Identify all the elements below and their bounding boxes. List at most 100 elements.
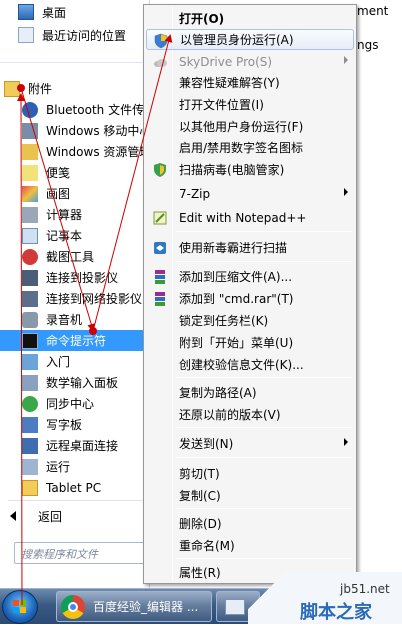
program-label: Windows 资源管理器 bbox=[46, 145, 150, 159]
start-button-orb-icon[interactable] bbox=[2, 590, 38, 624]
command-prompt-icon bbox=[22, 332, 38, 349]
program-label: 同步中心 bbox=[46, 397, 95, 411]
program-item[interactable]: 数学输入面板 bbox=[0, 372, 150, 393]
program-label: 命令提示符 bbox=[46, 334, 107, 348]
chrome-icon bbox=[61, 594, 85, 619]
sticky-notes-icon bbox=[22, 164, 38, 181]
menu-item-duba-scan[interactable]: 使用新毒霸进行扫描 bbox=[146, 237, 354, 258]
menu-item-label: 复制(C) bbox=[179, 489, 221, 503]
menu-item-label: 还原以前的版本(V) bbox=[179, 408, 281, 422]
program-item[interactable]: 记事本 bbox=[0, 225, 150, 246]
program-item[interactable]: 同步中心 bbox=[0, 393, 150, 414]
menu-item-compat-troubleshoot[interactable]: 兼容性疑难解答(Y) bbox=[146, 72, 354, 93]
menu-item-notepadpp[interactable]: Edit with Notepad++ bbox=[146, 207, 354, 228]
program-item[interactable]: 连接到网络投影仪 bbox=[0, 288, 150, 309]
math-input-icon bbox=[22, 374, 38, 391]
search-input[interactable]: 搜索程序和文件 bbox=[14, 542, 148, 564]
start-item-recent-places[interactable]: 最近访问的位置 bbox=[0, 24, 126, 46]
program-item[interactable]: 运行 bbox=[0, 456, 150, 477]
menu-item-label: 剪切(T) bbox=[179, 467, 220, 481]
start-item-desktop[interactable]: 桌面 bbox=[0, 1, 66, 23]
program-item[interactable]: 计算器 bbox=[0, 204, 150, 225]
folder-label: 附件 bbox=[28, 82, 53, 96]
program-item[interactable]: 入门 bbox=[0, 351, 150, 372]
program-label: 便笺 bbox=[46, 166, 71, 180]
program-item[interactable]: 画图 bbox=[0, 183, 150, 204]
program-item[interactable]: 截图工具 bbox=[0, 246, 150, 267]
menu-item-label: 添加到压缩文件(A)... bbox=[179, 270, 293, 284]
program-item[interactable]: Bluetooth 文件传送 bbox=[0, 99, 150, 120]
context-menu: 打开(O) 以管理员身份运行(A) SkyDrive Pro(S) 兼容性疑难解… bbox=[143, 4, 357, 584]
projector-icon bbox=[22, 269, 38, 286]
menu-item-scan-virus[interactable]: 扫描病毒(电脑管家) bbox=[146, 159, 354, 180]
taskbar-button-browser[interactable]: 百度经验_编辑器 ... bbox=[56, 591, 212, 622]
program-item-selected[interactable]: 命令提示符 bbox=[0, 330, 150, 351]
program-item[interactable]: Windows 移动中心 bbox=[0, 120, 150, 141]
folder-icon bbox=[22, 479, 38, 496]
menu-item-label: 打开文件位置(I) bbox=[179, 98, 264, 112]
program-item[interactable]: 连接到投影仪 bbox=[0, 267, 150, 288]
menu-item-create-checksum[interactable]: 创建校验信息文件(K)... bbox=[146, 354, 354, 375]
menu-item-skydrive-pro[interactable]: SkyDrive Pro(S) bbox=[146, 51, 354, 72]
program-item[interactable]: 录音机 bbox=[0, 309, 150, 330]
menu-item-label: 重命名(M) bbox=[179, 539, 235, 553]
menu-separator bbox=[176, 558, 352, 559]
menu-item-open[interactable]: 打开(O) bbox=[146, 8, 354, 29]
menu-item-label: 以管理员身份运行(A) bbox=[180, 33, 294, 47]
menu-item-cut[interactable]: 剪切(T) bbox=[146, 463, 354, 484]
program-item[interactable]: Tablet PC bbox=[0, 477, 150, 498]
program-label: 连接到网络投影仪 bbox=[46, 292, 143, 306]
back-arrow-icon bbox=[10, 511, 16, 521]
menu-item-label: 打开(O) bbox=[179, 12, 225, 26]
menu-item-copy-as-path[interactable]: 复制为路径(A) bbox=[146, 382, 354, 403]
submenu-arrow-icon bbox=[344, 56, 348, 64]
winrar-icon bbox=[152, 269, 168, 285]
calculator-icon bbox=[22, 206, 38, 223]
menu-separator bbox=[176, 231, 352, 232]
background-window-fragment bbox=[355, 0, 402, 590]
menu-item-digital-signature[interactable]: 启用/禁用数字签名图标 bbox=[146, 137, 354, 158]
menu-item-label: 扫描病毒(电脑管家) bbox=[179, 163, 285, 177]
menu-item-run-as-other-user[interactable]: 以其他用户身份运行(F) bbox=[146, 116, 354, 137]
recent-places-icon bbox=[18, 27, 34, 43]
program-label: 写字板 bbox=[46, 418, 83, 432]
menu-item-label: 以其他用户身份运行(F) bbox=[179, 120, 304, 134]
program-label: 截图工具 bbox=[46, 250, 95, 264]
menu-item-pin-taskbar[interactable]: 锁定到任务栏(K) bbox=[146, 310, 354, 331]
menu-item-7zip[interactable]: 7-Zip bbox=[146, 183, 354, 204]
menu-item-restore-versions[interactable]: 还原以前的版本(V) bbox=[146, 404, 354, 425]
start-item-label: 桌面 bbox=[42, 5, 67, 20]
start-menu-programs-pane: 桌面 最近访问的位置 附件 Bluetooth 文件传送 Windows 移动中… bbox=[0, 0, 150, 590]
menu-item-add-to-archive[interactable]: 添加到压缩文件(A)... bbox=[146, 266, 354, 287]
menu-item-label: 发送到(N) bbox=[179, 437, 234, 451]
folder-icon bbox=[4, 80, 20, 97]
menu-item-run-as-admin[interactable]: 以管理员身份运行(A) bbox=[146, 29, 354, 50]
program-item[interactable]: 远程桌面连接 bbox=[0, 435, 150, 456]
program-label: 连接到投影仪 bbox=[46, 271, 119, 285]
sound-recorder-icon bbox=[22, 311, 38, 328]
program-label: 画图 bbox=[46, 187, 71, 201]
menu-item-rename[interactable]: 重命名(M) bbox=[146, 535, 354, 556]
menu-item-pin-start[interactable]: 附到「开始」菜单(U) bbox=[146, 332, 354, 353]
menu-separator bbox=[176, 261, 352, 262]
menu-item-label: 7-Zip bbox=[179, 186, 211, 201]
submenu-arrow-icon bbox=[344, 188, 348, 196]
duba-icon bbox=[152, 240, 168, 256]
program-label: Windows 移动中心 bbox=[46, 124, 150, 138]
menu-item-copy[interactable]: 复制(C) bbox=[146, 485, 354, 506]
divider bbox=[0, 62, 150, 63]
divider bbox=[8, 500, 148, 501]
menu-item-add-to-cmd-rar[interactable]: 添加到 "cmd.rar"(T) bbox=[146, 288, 354, 309]
program-item[interactable]: 便笺 bbox=[0, 162, 150, 183]
antivirus-shield-icon bbox=[152, 162, 168, 178]
uac-shield-icon bbox=[153, 33, 169, 49]
menu-item-open-file-location[interactable]: 打开文件位置(I) bbox=[146, 94, 354, 115]
program-item[interactable]: 写字板 bbox=[0, 414, 150, 435]
menu-item-delete[interactable]: 删除(D) bbox=[146, 513, 354, 534]
program-item[interactable]: Windows 资源管理器 bbox=[0, 141, 150, 162]
folder-accessories[interactable]: 附件 bbox=[0, 78, 150, 99]
paint-icon bbox=[22, 185, 38, 202]
back-button[interactable]: 返回 bbox=[0, 504, 150, 528]
menu-item-send-to[interactable]: 发送到(N) bbox=[146, 433, 354, 454]
program-label: Tablet PC bbox=[46, 480, 102, 495]
